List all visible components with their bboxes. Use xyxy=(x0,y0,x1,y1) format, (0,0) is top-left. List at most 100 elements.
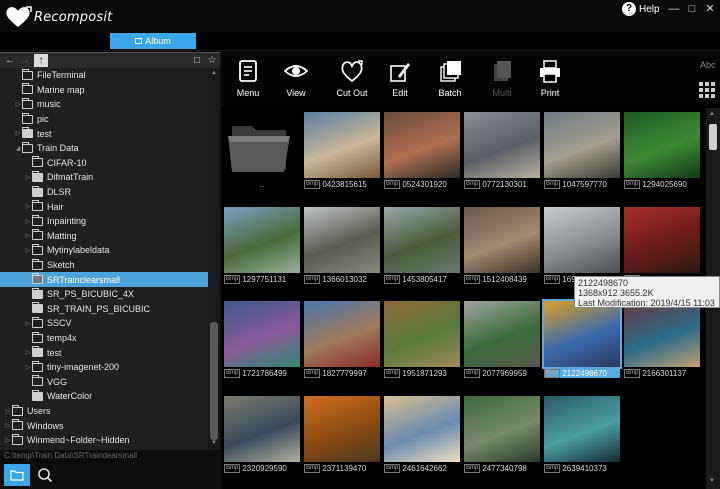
image-thumbnail[interactable]: Bmp1690624006 xyxy=(544,207,620,284)
image-thumbnail[interactable]: Bmp 2371139470 xyxy=(304,396,380,473)
minimize-button[interactable]: — xyxy=(666,2,682,16)
toolbar-menu-button[interactable]: Menu xyxy=(222,58,274,104)
expand-arrow-icon[interactable]: ▷ xyxy=(24,218,32,225)
tree-item[interactable]: pic xyxy=(0,112,208,127)
image-thumbnail[interactable]: Bmp 1512408439 xyxy=(464,207,540,284)
toolbar-edit-button[interactable]: Edit xyxy=(374,58,426,104)
image-thumbnail[interactable]: Bmp 2461642662 xyxy=(384,396,460,473)
image-thumbnail[interactable]: Bmp 1047597770 xyxy=(544,112,620,189)
image-thumbnail[interactable]: Bmp1643419191 xyxy=(624,207,700,284)
tree-item[interactable]: ▷ tiny-imagenet-200 xyxy=(0,360,208,375)
tree-item[interactable]: ▷ Winmend~Folder~Hidden xyxy=(0,433,208,448)
tree-item-label: FileTerminal xyxy=(37,70,86,81)
gallery-scroll-thumb[interactable] xyxy=(709,124,717,150)
tree-item[interactable]: Marine map xyxy=(0,83,208,98)
tree-item[interactable]: ▷ DifmatTrain xyxy=(0,170,208,185)
image-thumbnail[interactable]: Bmp 1721786499 xyxy=(224,301,300,378)
tree-item[interactable]: ▷ Inpainting xyxy=(0,214,208,229)
toolbar-cut-out-button[interactable]: Cut Out xyxy=(326,58,378,104)
toolbar-button-label: Edit xyxy=(392,88,408,98)
expand-arrow-icon[interactable]: ▷ xyxy=(24,320,32,327)
close-button[interactable]: ✕ xyxy=(702,2,718,16)
sort-by-name-button[interactable]: Abc xyxy=(700,60,716,70)
scroll-up-icon[interactable]: ▲ xyxy=(210,70,218,78)
expand-arrow-icon[interactable]: ▷ xyxy=(24,247,32,254)
image-thumbnail[interactable]: Bmp 2320929590 xyxy=(224,396,300,473)
tab-album[interactable]: Album xyxy=(110,33,196,49)
expand-arrow-icon[interactable]: ▷ xyxy=(24,203,32,210)
tree-item[interactable]: ▷ music xyxy=(0,97,208,112)
folder-icon xyxy=(32,375,43,387)
toolbar-multi-button[interactable]: Multi xyxy=(476,58,528,104)
tree-item[interactable]: FileTerminal xyxy=(0,68,208,83)
maximize-button[interactable]: □ xyxy=(684,2,700,16)
image-thumbnail[interactable]: Bmp 1827779997 xyxy=(304,301,380,378)
bmp-badge: Bmp xyxy=(304,179,321,189)
scroll-down-icon[interactable]: ▼ xyxy=(210,440,218,448)
image-thumbnail[interactable]: Bmp 2122498670 xyxy=(542,299,622,378)
toolbar-print-button[interactable]: Print xyxy=(524,58,576,104)
favorite-star-icon[interactable]: ☆ xyxy=(205,54,219,67)
tree-item[interactable]: ▷ test xyxy=(0,126,208,141)
tree-item[interactable]: SR_TRAIN_PS_BICUBIC xyxy=(0,302,208,317)
heart-cut-icon xyxy=(341,60,363,83)
scroll-thumb[interactable] xyxy=(210,322,218,440)
scroll-up-icon[interactable]: ▲ xyxy=(709,111,715,117)
bmp-badge: Bmp xyxy=(464,179,481,189)
image-thumbnail[interactable]: Bmp 1297751131 xyxy=(224,207,300,284)
tree-item[interactable]: ◢ Train Data xyxy=(0,141,208,156)
toolbar-batch-button[interactable]: Batch xyxy=(424,58,476,104)
expand-arrow-icon[interactable]: ▷ xyxy=(14,101,22,108)
tree-item[interactable]: Sketch xyxy=(0,258,208,273)
image-thumbnail[interactable]: Bmp 2639410373 xyxy=(544,396,620,473)
tree-item[interactable]: ▷ Matting xyxy=(0,229,208,244)
new-folder-icon[interactable]: □ xyxy=(190,54,204,67)
image-thumbnail[interactable]: Bmp 0772130301 xyxy=(464,112,540,189)
folder-tree-scrollbar[interactable]: ▲ ▼ xyxy=(208,68,220,450)
tree-item[interactable]: ▷ Users xyxy=(0,404,208,419)
thumbnail-caption: Bmp 1366013032 xyxy=(304,274,380,284)
image-thumbnail[interactable]: Bmp 1951871293 xyxy=(384,301,460,378)
expand-arrow-icon[interactable]: ▷ xyxy=(4,408,12,415)
image-thumbnail[interactable]: Bmp 1453805417 xyxy=(384,207,460,284)
tree-item[interactable]: CIFAR-10 xyxy=(0,156,208,171)
tree-item[interactable]: ▷ test xyxy=(0,345,208,360)
image-thumbnail[interactable]: Bmp 2077969959 xyxy=(464,301,540,378)
scroll-down-icon[interactable]: ▼ xyxy=(709,478,715,484)
parent-folder-tile[interactable]: .. xyxy=(224,112,300,189)
search-icon[interactable] xyxy=(36,466,54,484)
grid-view-icon[interactable] xyxy=(699,82,715,98)
tooltip-modified: Last Modification: 2019/4/15 11:03 xyxy=(578,298,715,308)
image-thumbnail[interactable]: Bmp 2166301137 xyxy=(624,301,700,378)
image-thumbnail[interactable]: Bmp 2477340798 xyxy=(464,396,540,473)
help-button[interactable]: ? Help xyxy=(622,2,660,16)
expand-arrow-icon[interactable]: ▷ xyxy=(24,174,32,181)
expand-arrow-icon[interactable]: ▷ xyxy=(14,130,22,137)
tree-item[interactable]: ▷ Mytinylabeldata xyxy=(0,243,208,258)
tree-item[interactable]: DLSR xyxy=(0,185,208,200)
expand-arrow-icon[interactable]: ▷ xyxy=(24,364,32,371)
edit-icon xyxy=(390,63,410,82)
tree-item[interactable]: ▷ Windows xyxy=(0,418,208,433)
up-folder-icon[interactable]: ↑ xyxy=(34,54,48,67)
tree-item[interactable]: ▷ SSCV xyxy=(0,316,208,331)
image-thumbnail[interactable]: Bmp 1366013032 xyxy=(304,207,380,284)
tree-item[interactable]: temp4x xyxy=(0,331,208,346)
toolbar-view-button[interactable]: View xyxy=(270,58,322,104)
collapse-arrow-icon[interactable]: ◢ xyxy=(14,145,22,152)
folder-view-button[interactable] xyxy=(4,464,30,486)
tree-item[interactable]: ▷ Hair xyxy=(0,199,208,214)
expand-arrow-icon[interactable]: ▷ xyxy=(4,437,12,444)
tree-item[interactable]: WaterColor xyxy=(0,389,208,404)
forward-arrow-icon[interactable]: → xyxy=(18,54,32,67)
tree-item[interactable]: VGG xyxy=(0,375,208,390)
image-thumbnail[interactable]: Bmp 1294025690 xyxy=(624,112,700,189)
expand-arrow-icon[interactable]: ▷ xyxy=(24,232,32,239)
image-thumbnail[interactable]: Bmp 0524301920 xyxy=(384,112,460,189)
tree-item[interactable]: SR_PS_BICUBIC_4X xyxy=(0,287,208,302)
expand-arrow-icon[interactable]: ▷ xyxy=(4,422,12,429)
back-arrow-icon[interactable]: ← xyxy=(3,54,17,67)
tree-item[interactable]: SRTrainclearsmall xyxy=(0,272,208,287)
expand-arrow-icon[interactable]: ▷ xyxy=(24,349,32,356)
image-thumbnail[interactable]: Bmp 0423815615 xyxy=(304,112,380,189)
